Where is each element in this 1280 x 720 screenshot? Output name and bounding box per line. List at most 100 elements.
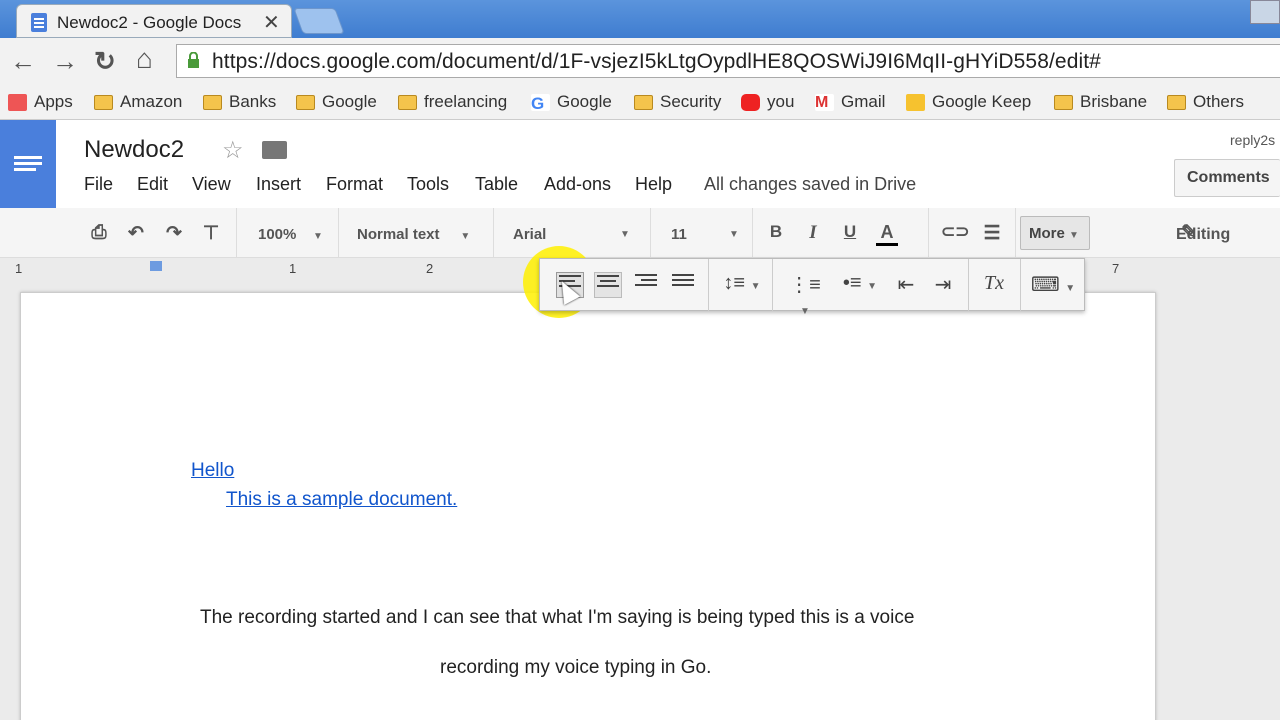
doc-line-hello[interactable]: Hello	[191, 460, 234, 482]
document-page[interactable]	[20, 292, 1156, 720]
menu-tools[interactable]: Tools	[407, 174, 449, 195]
input-tools-button[interactable]: ⌨ ▼	[1030, 272, 1076, 298]
redo-icon[interactable]: ↷	[163, 222, 185, 244]
chevron-down-icon: ▼	[313, 231, 323, 242]
folder-icon	[203, 94, 222, 110]
bookmark-label: Google	[322, 92, 377, 111]
bookmark-google[interactable]: G Google	[531, 90, 612, 114]
doc-paragraph[interactable]: recording my voice typing in Go.	[440, 657, 711, 679]
menu-insert[interactable]: Insert	[256, 174, 301, 195]
menu-edit[interactable]: Edit	[137, 174, 168, 195]
numbered-list-button[interactable]: ⋮≡ ▼	[783, 272, 827, 317]
toolbar-divider	[650, 208, 651, 258]
ruler-number: 1	[15, 261, 23, 276]
bookmark-freelancing[interactable]: freelancing	[398, 90, 507, 114]
tab-close-icon[interactable]: ✕	[263, 10, 280, 35]
line-spacing-button[interactable]: ↕≡ ▼	[720, 272, 764, 298]
bookmark-apps[interactable]: Apps	[8, 90, 73, 114]
clear-formatting-icon[interactable]: Tx	[980, 272, 1008, 298]
bookmark-label: Others	[1193, 92, 1245, 111]
justify-button[interactable]	[669, 272, 697, 298]
undo-icon[interactable]: ↶	[125, 222, 147, 244]
toolbar-divider	[493, 208, 494, 258]
menu-file[interactable]: File	[84, 174, 113, 195]
indent-marker-icon[interactable]	[150, 261, 162, 271]
toolbar-divider	[338, 208, 339, 258]
bookmark-label: you	[767, 92, 795, 111]
forward-icon[interactable]: →	[52, 46, 78, 77]
menu-add-ons[interactable]: Add-ons	[544, 174, 611, 195]
increase-indent-button[interactable]: ⇥	[929, 272, 957, 298]
bookmark-label: Brisbane	[1080, 92, 1148, 111]
docs-home-icon[interactable]	[0, 120, 56, 208]
comments-button[interactable]: Comments	[1174, 159, 1280, 197]
bookmark-gmail[interactable]: M Gmail	[815, 90, 885, 114]
toolbar-divider	[752, 208, 753, 258]
formatting-toolbar: ⎙ ↶ ↷ ⊤ 100% ▼ Normal text ▼ Arial ▼ 11 …	[0, 208, 1280, 258]
more-button[interactable]: More ▼	[1020, 216, 1090, 250]
editing-mode-select[interactable]: Editing	[1176, 226, 1230, 244]
chevron-down-icon[interactable]: ▼	[620, 229, 630, 240]
bookmark-google[interactable]: Google	[296, 90, 377, 114]
bookmark-amazon[interactable]: Amazon	[94, 90, 182, 114]
folder-icon	[94, 94, 113, 110]
bold-button[interactable]: B	[765, 222, 787, 244]
address-bar[interactable]: https://docs.google.com/document/d/1F-vs…	[176, 44, 1280, 78]
menu-format[interactable]: Format	[326, 174, 383, 195]
bookmark-label: Amazon	[120, 92, 183, 111]
menu-help[interactable]: Help	[635, 174, 672, 195]
tab-title: Newdoc2 - Google Docs	[57, 13, 242, 32]
decrease-indent-button[interactable]: ⇤	[892, 272, 920, 298]
toolbar-divider	[1020, 259, 1021, 311]
bulleted-list-button[interactable]: •≡ ▼	[838, 272, 882, 298]
style-select[interactable]: Normal text ▼	[357, 226, 470, 243]
star-icon[interactable]: ☆	[222, 136, 244, 165]
window-control-button[interactable]	[1250, 0, 1280, 24]
bookmark-label: freelancing	[424, 92, 508, 111]
font-select[interactable]: Arial	[513, 226, 546, 243]
menu-table[interactable]: Table	[475, 174, 518, 195]
toolbar-divider	[968, 259, 969, 311]
text-color-button[interactable]: A	[876, 222, 898, 246]
bookmark-others[interactable]: Others	[1167, 90, 1244, 114]
zoom-select[interactable]: 100% ▼	[258, 226, 323, 243]
link-icon[interactable]: ⊂⊃	[941, 222, 970, 244]
chevron-down-icon[interactable]: ▼	[729, 229, 739, 240]
folder-icon	[1167, 94, 1186, 110]
italic-button[interactable]: I	[802, 222, 824, 244]
keep-icon	[906, 93, 925, 111]
apps-grid-icon	[8, 93, 27, 111]
browser-tab[interactable]: Newdoc2 - Google Docs ✕	[16, 4, 292, 38]
doc-paragraph[interactable]: The recording started and I can see that…	[200, 607, 914, 629]
doc-line-sample[interactable]: This is a sample document.	[226, 489, 457, 511]
font-size-select[interactable]: 11	[671, 226, 687, 243]
bookmark-you[interactable]: you	[741, 90, 794, 114]
browser-tab-strip: Newdoc2 - Google Docs ✕	[0, 0, 1280, 38]
reload-icon[interactable]: ↻	[94, 46, 116, 77]
toolbar-divider	[772, 259, 773, 311]
home-icon[interactable]: ⌂	[136, 43, 153, 75]
ruler-number: 2	[426, 261, 434, 276]
bookmark-google-keep[interactable]: Google Keep	[906, 90, 1031, 114]
menu-view[interactable]: View	[192, 174, 231, 195]
align-right-button[interactable]	[632, 272, 660, 298]
chevron-down-icon: ▼	[460, 231, 471, 242]
underline-button[interactable]: U	[839, 222, 861, 244]
docs-favicon-icon	[31, 13, 47, 32]
comment-icon[interactable]: ☰	[981, 222, 1003, 244]
new-tab-button[interactable]	[293, 8, 345, 34]
print-icon[interactable]: ⎙	[88, 222, 110, 244]
folder-icon	[634, 94, 653, 110]
account-name[interactable]: reply2s	[1230, 132, 1275, 148]
document-title[interactable]: Newdoc2	[84, 136, 184, 164]
move-folder-icon[interactable]	[262, 141, 287, 159]
youtube-icon	[741, 93, 760, 111]
paint-format-icon[interactable]: ⊤	[200, 222, 222, 244]
bookmark-brisbane[interactable]: Brisbane	[1054, 90, 1147, 114]
back-icon[interactable]: ←	[10, 46, 36, 77]
align-center-button[interactable]	[594, 272, 622, 298]
bookmark-label: Security	[660, 92, 722, 111]
bookmark-security[interactable]: Security	[634, 90, 721, 114]
save-status: All changes saved in Drive	[704, 174, 917, 194]
bookmark-banks[interactable]: Banks	[203, 90, 276, 114]
